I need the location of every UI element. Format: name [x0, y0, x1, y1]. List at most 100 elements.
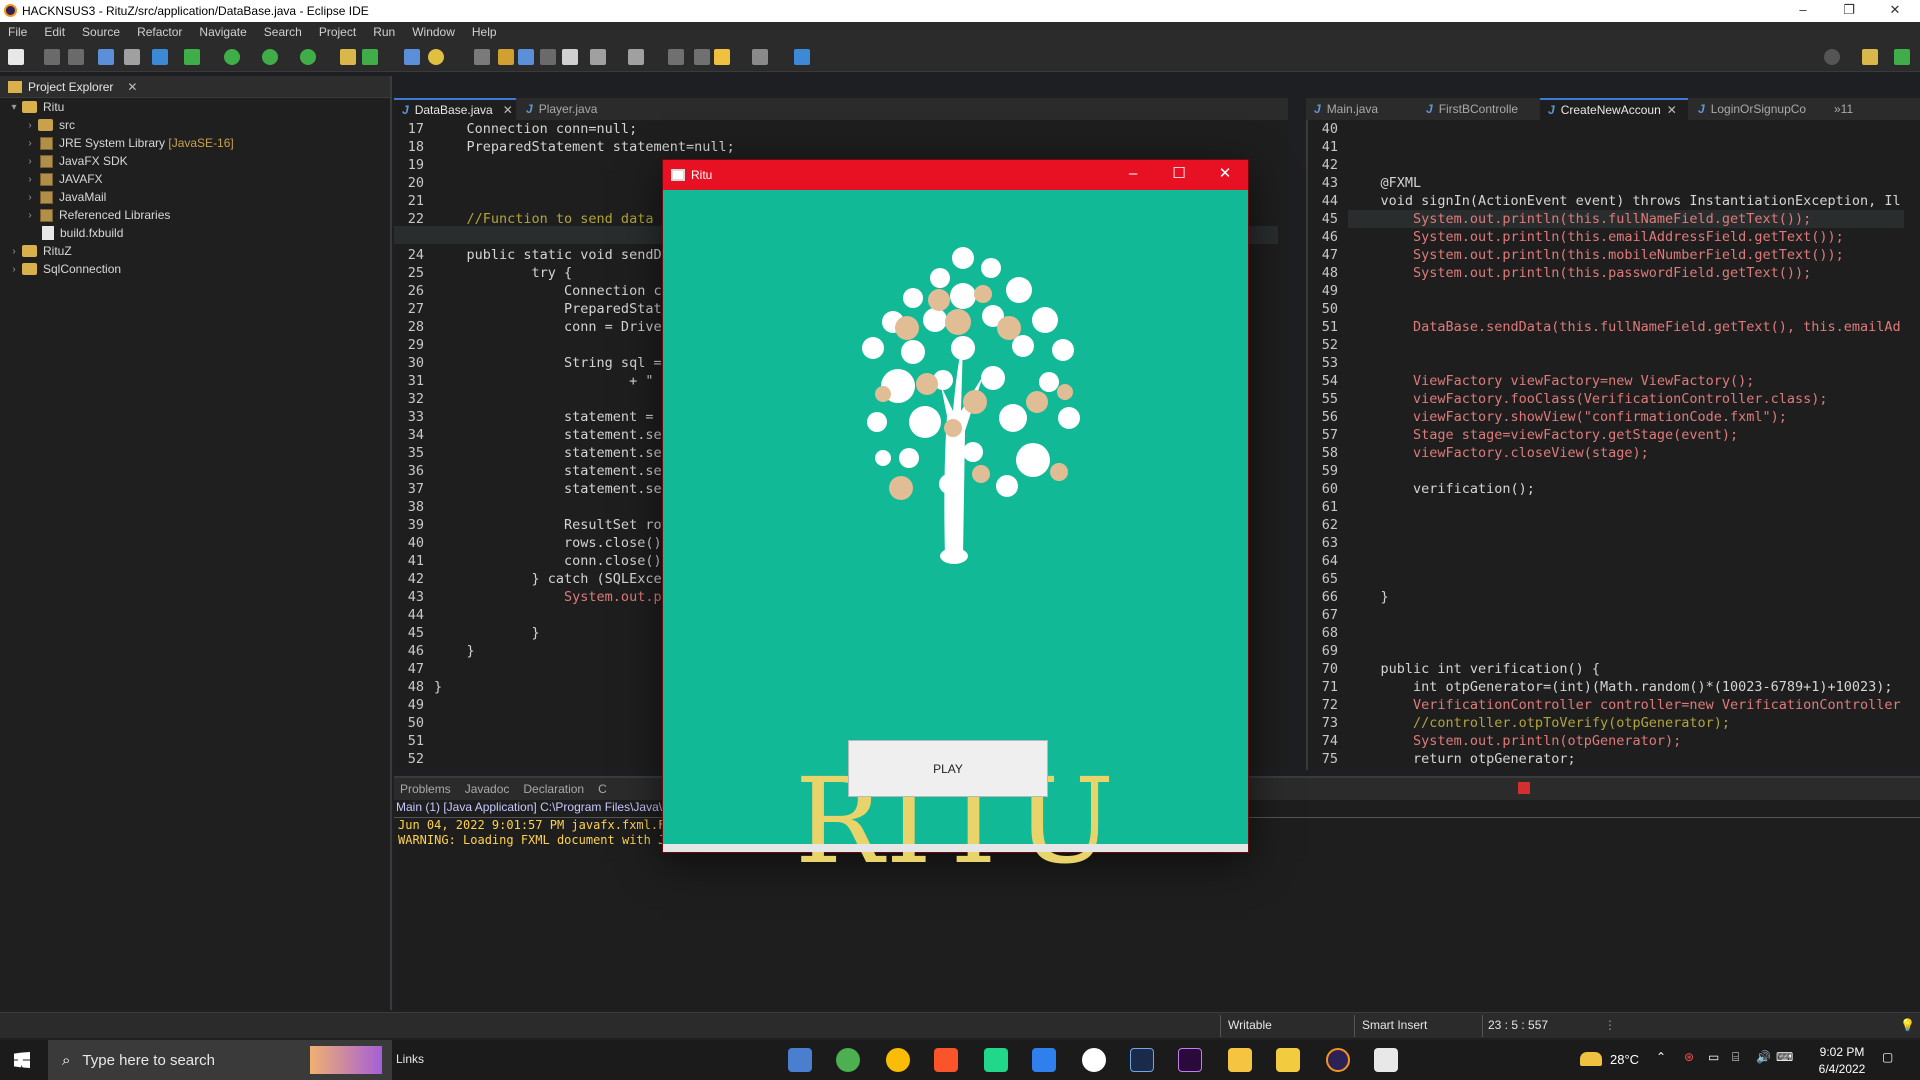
- collapse-icon[interactable]: ›: [24, 120, 36, 131]
- code-line[interactable]: viewFactory.closeView(stage);: [1348, 444, 1908, 462]
- tab-loginorsignup[interactable]: J LoginOrSignupCo: [1690, 98, 1822, 120]
- menu-file[interactable]: File: [0, 25, 36, 39]
- notes-icon[interactable]: [1276, 1048, 1300, 1072]
- skip-breakpoints-icon[interactable]: [124, 49, 140, 65]
- close-tab-icon[interactable]: ✕: [1667, 103, 1677, 117]
- volume-icon[interactable]: 🔊: [1756, 1050, 1771, 1064]
- tray-app-icon[interactable]: ⊛: [1684, 1050, 1694, 1064]
- menu-source[interactable]: Source: [74, 25, 129, 39]
- tab-main-java[interactable]: J Main.java: [1306, 98, 1416, 120]
- pin-editor-icon[interactable]: [794, 49, 810, 65]
- save-all-icon[interactable]: [68, 49, 84, 65]
- ritu-titlebar[interactable]: Ritu – ☐ ✕: [663, 160, 1248, 190]
- close-tab-icon[interactable]: ✕: [127, 80, 137, 94]
- code-line[interactable]: [1348, 606, 1908, 624]
- tree-item-sqlconnection[interactable]: › SqlConnection: [8, 260, 121, 278]
- clock-time[interactable]: 9:02 PM: [1812, 1045, 1872, 1059]
- app-icon-1[interactable]: [788, 1048, 812, 1072]
- menu-window[interactable]: Window: [404, 25, 464, 39]
- external-tools-icon[interactable]: [300, 49, 316, 65]
- word-wrap-icon[interactable]: [518, 49, 534, 65]
- tip-icon[interactable]: 💡: [1900, 1018, 1915, 1032]
- code-line[interactable]: System.out.println(this.mobileNumberFiel…: [1348, 246, 1908, 264]
- vscode-icon[interactable]: [1032, 1048, 1056, 1072]
- toggle-highlight-icon[interactable]: [498, 49, 514, 65]
- terminal-icon[interactable]: [98, 49, 114, 65]
- tab-overflow[interactable]: »11: [1826, 98, 1866, 120]
- code-line[interactable]: int otpGenerator=(int)(Math.random()*(10…: [1348, 678, 1908, 696]
- brave-icon[interactable]: [934, 1048, 958, 1072]
- code-line[interactable]: [1348, 282, 1908, 300]
- eclipse-taskbar-icon[interactable]: [1326, 1048, 1350, 1072]
- code-line[interactable]: //controller.otpToVerify(otpGenerator);: [1348, 714, 1908, 732]
- expand-icon[interactable]: ▾: [8, 102, 20, 113]
- block-selection-icon[interactable]: [540, 49, 556, 65]
- network-icon[interactable]: ⌸: [1732, 1050, 1739, 1065]
- tree-item-jre[interactable]: › JRE System Library [JavaSE-16]: [24, 134, 233, 152]
- maximize-button[interactable]: ❐: [1826, 0, 1872, 22]
- tree-item-ritu[interactable]: ▾ Ritu: [8, 98, 64, 116]
- code-line[interactable]: [1348, 462, 1908, 480]
- tree-item-build-fxbuild[interactable]: build.fxbuild: [24, 224, 123, 242]
- ritu-maximize-button[interactable]: ☐: [1156, 160, 1202, 190]
- tab-console[interactable]: C: [598, 782, 607, 796]
- save-icon[interactable]: [44, 49, 60, 65]
- collapse-icon[interactable]: ›: [24, 138, 36, 149]
- ritu-close-button[interactable]: ✕: [1202, 160, 1248, 190]
- code-line[interactable]: VerificationController controller=new Ve…: [1348, 696, 1908, 714]
- pycharm-icon[interactable]: [984, 1048, 1008, 1072]
- collapse-icon[interactable]: ›: [8, 264, 20, 275]
- menu-project[interactable]: Project: [311, 25, 365, 39]
- tab-javadoc[interactable]: Javadoc: [465, 782, 510, 796]
- code-line[interactable]: [1348, 534, 1908, 552]
- code-line[interactable]: public int verification() {: [1348, 660, 1908, 678]
- collapse-icon[interactable]: ›: [24, 174, 36, 185]
- coverage-icon[interactable]: [152, 49, 168, 65]
- links-toolbar[interactable]: Links: [396, 1052, 424, 1066]
- weather-icon[interactable]: [1580, 1052, 1602, 1066]
- code-line[interactable]: void signIn(ActionEvent event) throws In…: [1348, 192, 1908, 210]
- run-icon[interactable]: [224, 49, 240, 65]
- code-line[interactable]: return otpGenerator;: [1348, 750, 1908, 768]
- code-line[interactable]: [1348, 120, 1908, 138]
- show-whitespace-icon[interactable]: [562, 49, 578, 65]
- new-icon[interactable]: [8, 49, 24, 65]
- back-arrow-icon[interactable]: [714, 49, 730, 65]
- tab-problems[interactable]: Problems: [400, 782, 451, 796]
- code-line[interactable]: System.out.println(this.emailAddressFiel…: [1348, 228, 1908, 246]
- close-button[interactable]: ✕: [1872, 0, 1918, 22]
- code-line[interactable]: [1348, 498, 1908, 516]
- run-coverage-icon[interactable]: [262, 49, 278, 65]
- code-line[interactable]: [1348, 624, 1908, 642]
- code-line[interactable]: [1348, 138, 1908, 156]
- annotation-next-icon[interactable]: [590, 49, 606, 65]
- project-explorer-tab[interactable]: Project Explorer ✕: [8, 80, 137, 94]
- java-app-icon[interactable]: [1374, 1048, 1398, 1072]
- tab-declaration[interactable]: Declaration: [523, 782, 584, 796]
- collapse-icon[interactable]: ›: [24, 156, 36, 167]
- code-line[interactable]: viewFactory.showView("confirmationCode.f…: [1348, 408, 1908, 426]
- app-icon-w[interactable]: [1082, 1048, 1106, 1072]
- taskbar-search[interactable]: ⌕ Type here to search: [48, 1040, 392, 1080]
- code-line[interactable]: [1348, 552, 1908, 570]
- code-line[interactable]: @FXML: [1348, 174, 1908, 192]
- menu-edit[interactable]: Edit: [36, 25, 74, 39]
- code-line[interactable]: DataBase.sendData(this.fullNameField.get…: [1348, 318, 1908, 336]
- code-line[interactable]: verification();: [1348, 480, 1908, 498]
- tab-player-java[interactable]: J Player.java: [518, 98, 624, 120]
- editor-right[interactable]: 40 41 42 43 44 45 46 47 48 49 50 51 52 53 54 55 56 57 58 59…: [1306, 120, 1920, 770]
- code-line[interactable]: [1348, 516, 1908, 534]
- code-line[interactable]: }: [1348, 588, 1908, 606]
- keyboard-icon[interactable]: ⌨: [1776, 1050, 1793, 1064]
- toggle-mark-icon[interactable]: [474, 49, 490, 65]
- code-line[interactable]: [1348, 570, 1908, 588]
- search-tool-icon[interactable]: [428, 49, 444, 65]
- more-icon[interactable]: ⋮: [1604, 1018, 1616, 1032]
- terminate-icon[interactable]: [1518, 782, 1530, 794]
- file-explorer-icon[interactable]: [1228, 1048, 1252, 1072]
- last-edit-icon[interactable]: [668, 49, 684, 65]
- menu-search[interactable]: Search: [256, 25, 311, 39]
- tree-item-rituz[interactable]: › RituZ: [8, 242, 71, 260]
- tray-chevron-icon[interactable]: ⌃: [1656, 1050, 1666, 1064]
- forward-arrow-icon[interactable]: [752, 49, 768, 65]
